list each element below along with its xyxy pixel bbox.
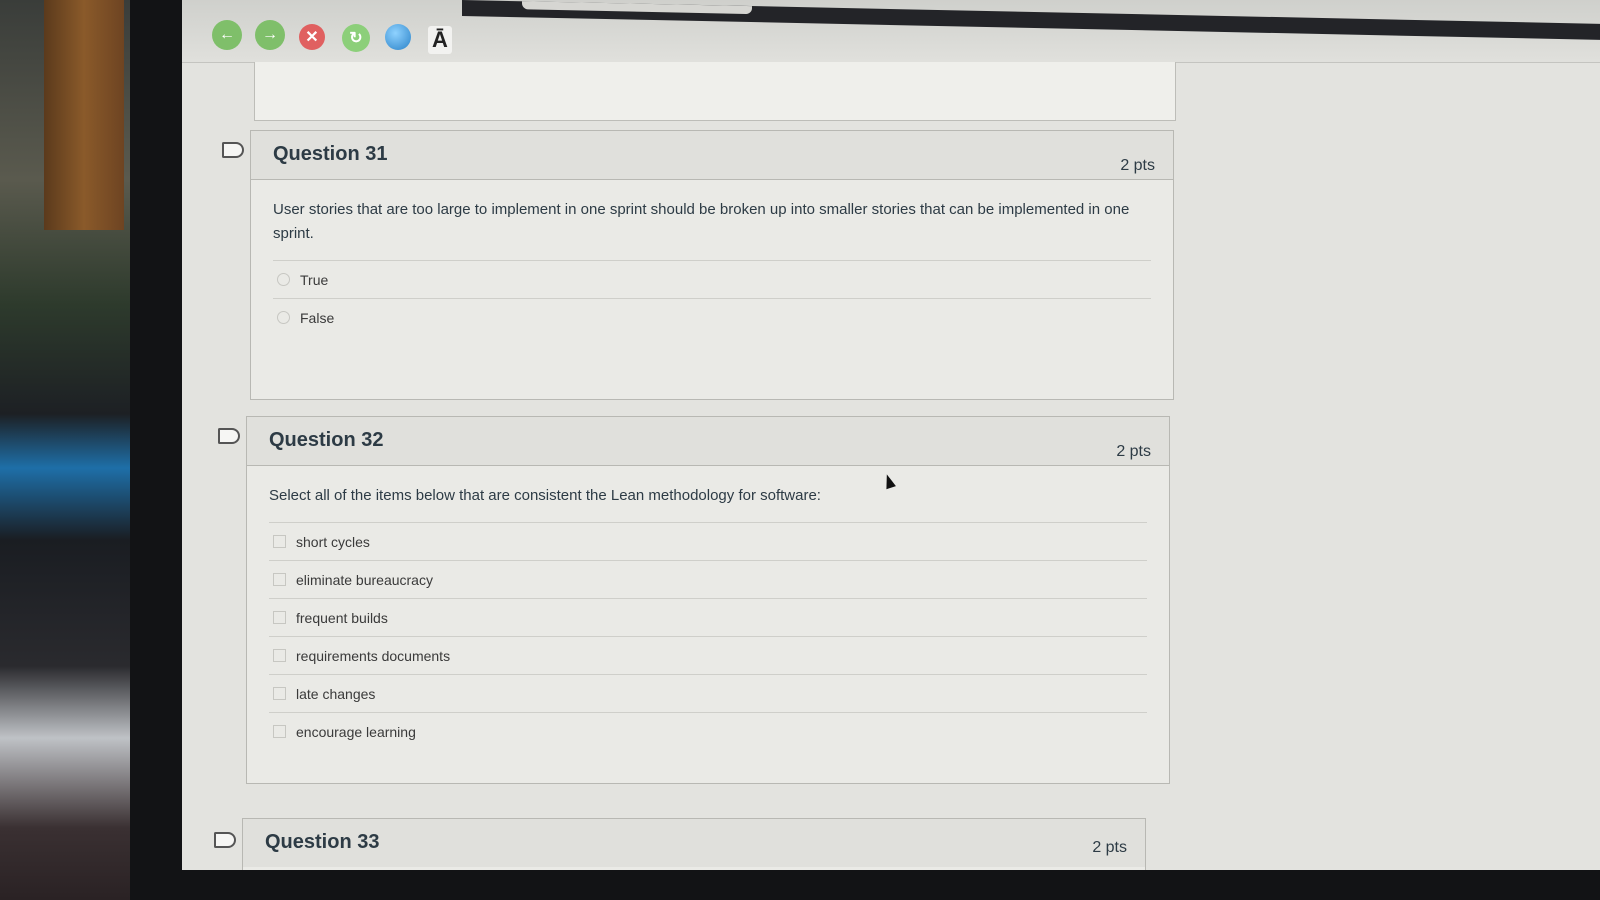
flag-icon[interactable] bbox=[218, 428, 240, 444]
checkbox[interactable] bbox=[273, 611, 286, 624]
question-31: Question 31 2 pts User stories that are … bbox=[250, 130, 1174, 400]
question-header: Question 33 2 pts bbox=[243, 819, 1145, 867]
question-points: 2 pts bbox=[1116, 443, 1151, 460]
question-title: Question 33 bbox=[265, 831, 380, 853]
answer-label: short cycles bbox=[296, 533, 370, 550]
forward-arrow-icon[interactable]: → bbox=[255, 20, 285, 50]
globe-icon[interactable] bbox=[385, 24, 411, 50]
answer-label: True bbox=[300, 271, 329, 288]
answer-label: requirements documents bbox=[296, 647, 451, 664]
question-header: Question 32 2 pts bbox=[247, 417, 1169, 466]
answer-label: frequent builds bbox=[296, 609, 388, 626]
quiz-content: Question 31 2 pts User stories that are … bbox=[182, 62, 1600, 870]
desk-background bbox=[0, 0, 135, 900]
flag-icon[interactable] bbox=[214, 832, 236, 848]
browser-toolbar: ← → ✕ ↻ Ā bbox=[182, 0, 1600, 63]
question-header: Question 31 2 pts bbox=[251, 131, 1173, 180]
browser-tab[interactable] bbox=[522, 1, 752, 15]
back-arrow-icon[interactable]: ← bbox=[212, 20, 242, 50]
question-points: 2 pts bbox=[1092, 839, 1127, 856]
checkbox[interactable] bbox=[273, 535, 286, 548]
flag-icon[interactable] bbox=[222, 142, 244, 158]
checkbox[interactable] bbox=[273, 687, 286, 700]
text-size-button[interactable]: Ā bbox=[428, 26, 452, 54]
question-text: Select all of the items below that are c… bbox=[269, 487, 821, 504]
answer-option[interactable]: False bbox=[273, 298, 1151, 336]
question-title: Question 32 bbox=[269, 429, 384, 451]
answer-option[interactable]: late changes bbox=[269, 674, 1147, 712]
question-body: User stories that are too large to imple… bbox=[251, 180, 1173, 346]
tab-strip bbox=[462, 0, 1600, 40]
browser-screen: ← → ✕ ↻ Ā Question 31 2 pts User stories… bbox=[182, 0, 1600, 870]
answer-option[interactable]: frequent builds bbox=[269, 598, 1147, 636]
checkbox[interactable] bbox=[273, 725, 286, 738]
answer-label: late changes bbox=[296, 685, 376, 702]
answer-option[interactable]: short cycles bbox=[269, 522, 1147, 560]
reload-icon[interactable]: ↻ bbox=[342, 24, 370, 52]
question-body: Select all of the items below that are c… bbox=[247, 466, 1169, 760]
radio-button[interactable] bbox=[277, 273, 290, 286]
answer-option[interactable]: requirements documents bbox=[269, 636, 1147, 674]
answer-label: False bbox=[300, 309, 335, 326]
checkbox[interactable] bbox=[273, 649, 286, 662]
answer-option[interactable]: True bbox=[273, 260, 1151, 298]
answer-option[interactable]: encourage learning bbox=[269, 712, 1147, 750]
radio-button[interactable] bbox=[277, 311, 290, 324]
question-33: Question 33 2 pts bbox=[242, 818, 1146, 870]
answer-label: eliminate bureaucracy bbox=[296, 571, 433, 588]
stop-icon[interactable]: ✕ bbox=[299, 24, 325, 50]
question-points: 2 pts bbox=[1120, 157, 1155, 174]
answer-label: encourage learning bbox=[296, 723, 416, 740]
checkbox[interactable] bbox=[273, 573, 286, 586]
question-title: Question 31 bbox=[273, 143, 388, 165]
question-text: User stories that are too large to imple… bbox=[273, 201, 1130, 242]
wood-furniture bbox=[44, 0, 124, 230]
question-32: Question 32 2 pts Select all of the item… bbox=[246, 416, 1170, 784]
answer-option[interactable]: eliminate bureaucracy bbox=[269, 560, 1147, 598]
previous-question-box bbox=[254, 62, 1176, 121]
